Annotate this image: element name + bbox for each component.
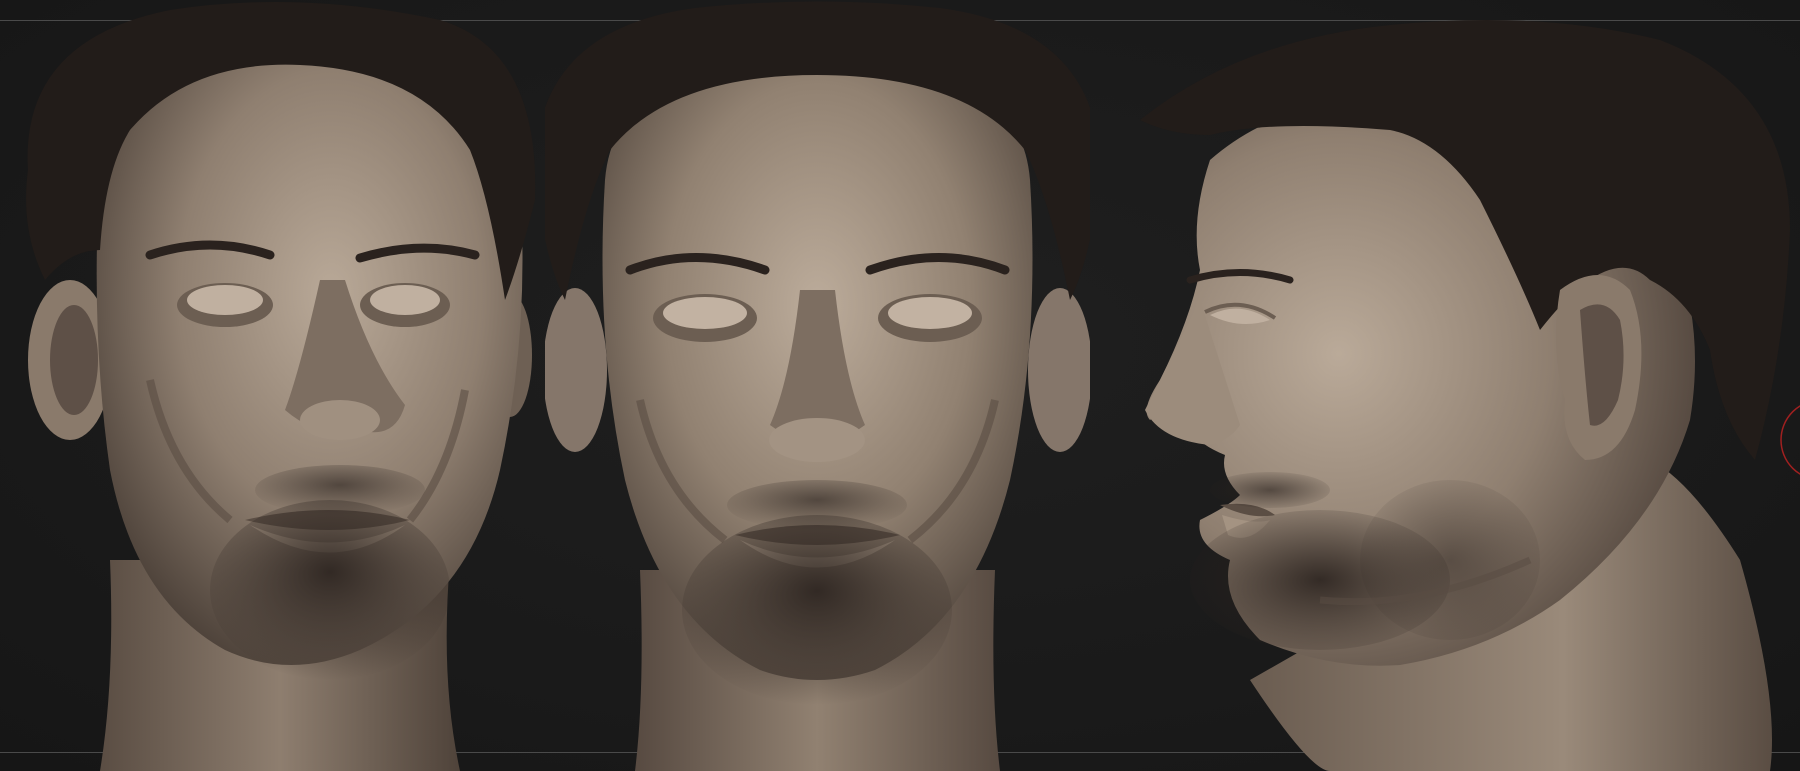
head-sculpt-profile: [1140, 20, 1790, 771]
head-view-profile: [1090, 0, 1800, 771]
head-view-front: [545, 0, 1090, 771]
sculpt-viewport[interactable]: [0, 0, 1800, 771]
transform-gizmo-ring[interactable]: [1776, 395, 1800, 485]
head-view-three-quarter: [0, 0, 545, 771]
head-sculpt-front: [545, 1, 1090, 771]
head-sculpt-three-quarter: [26, 2, 536, 771]
